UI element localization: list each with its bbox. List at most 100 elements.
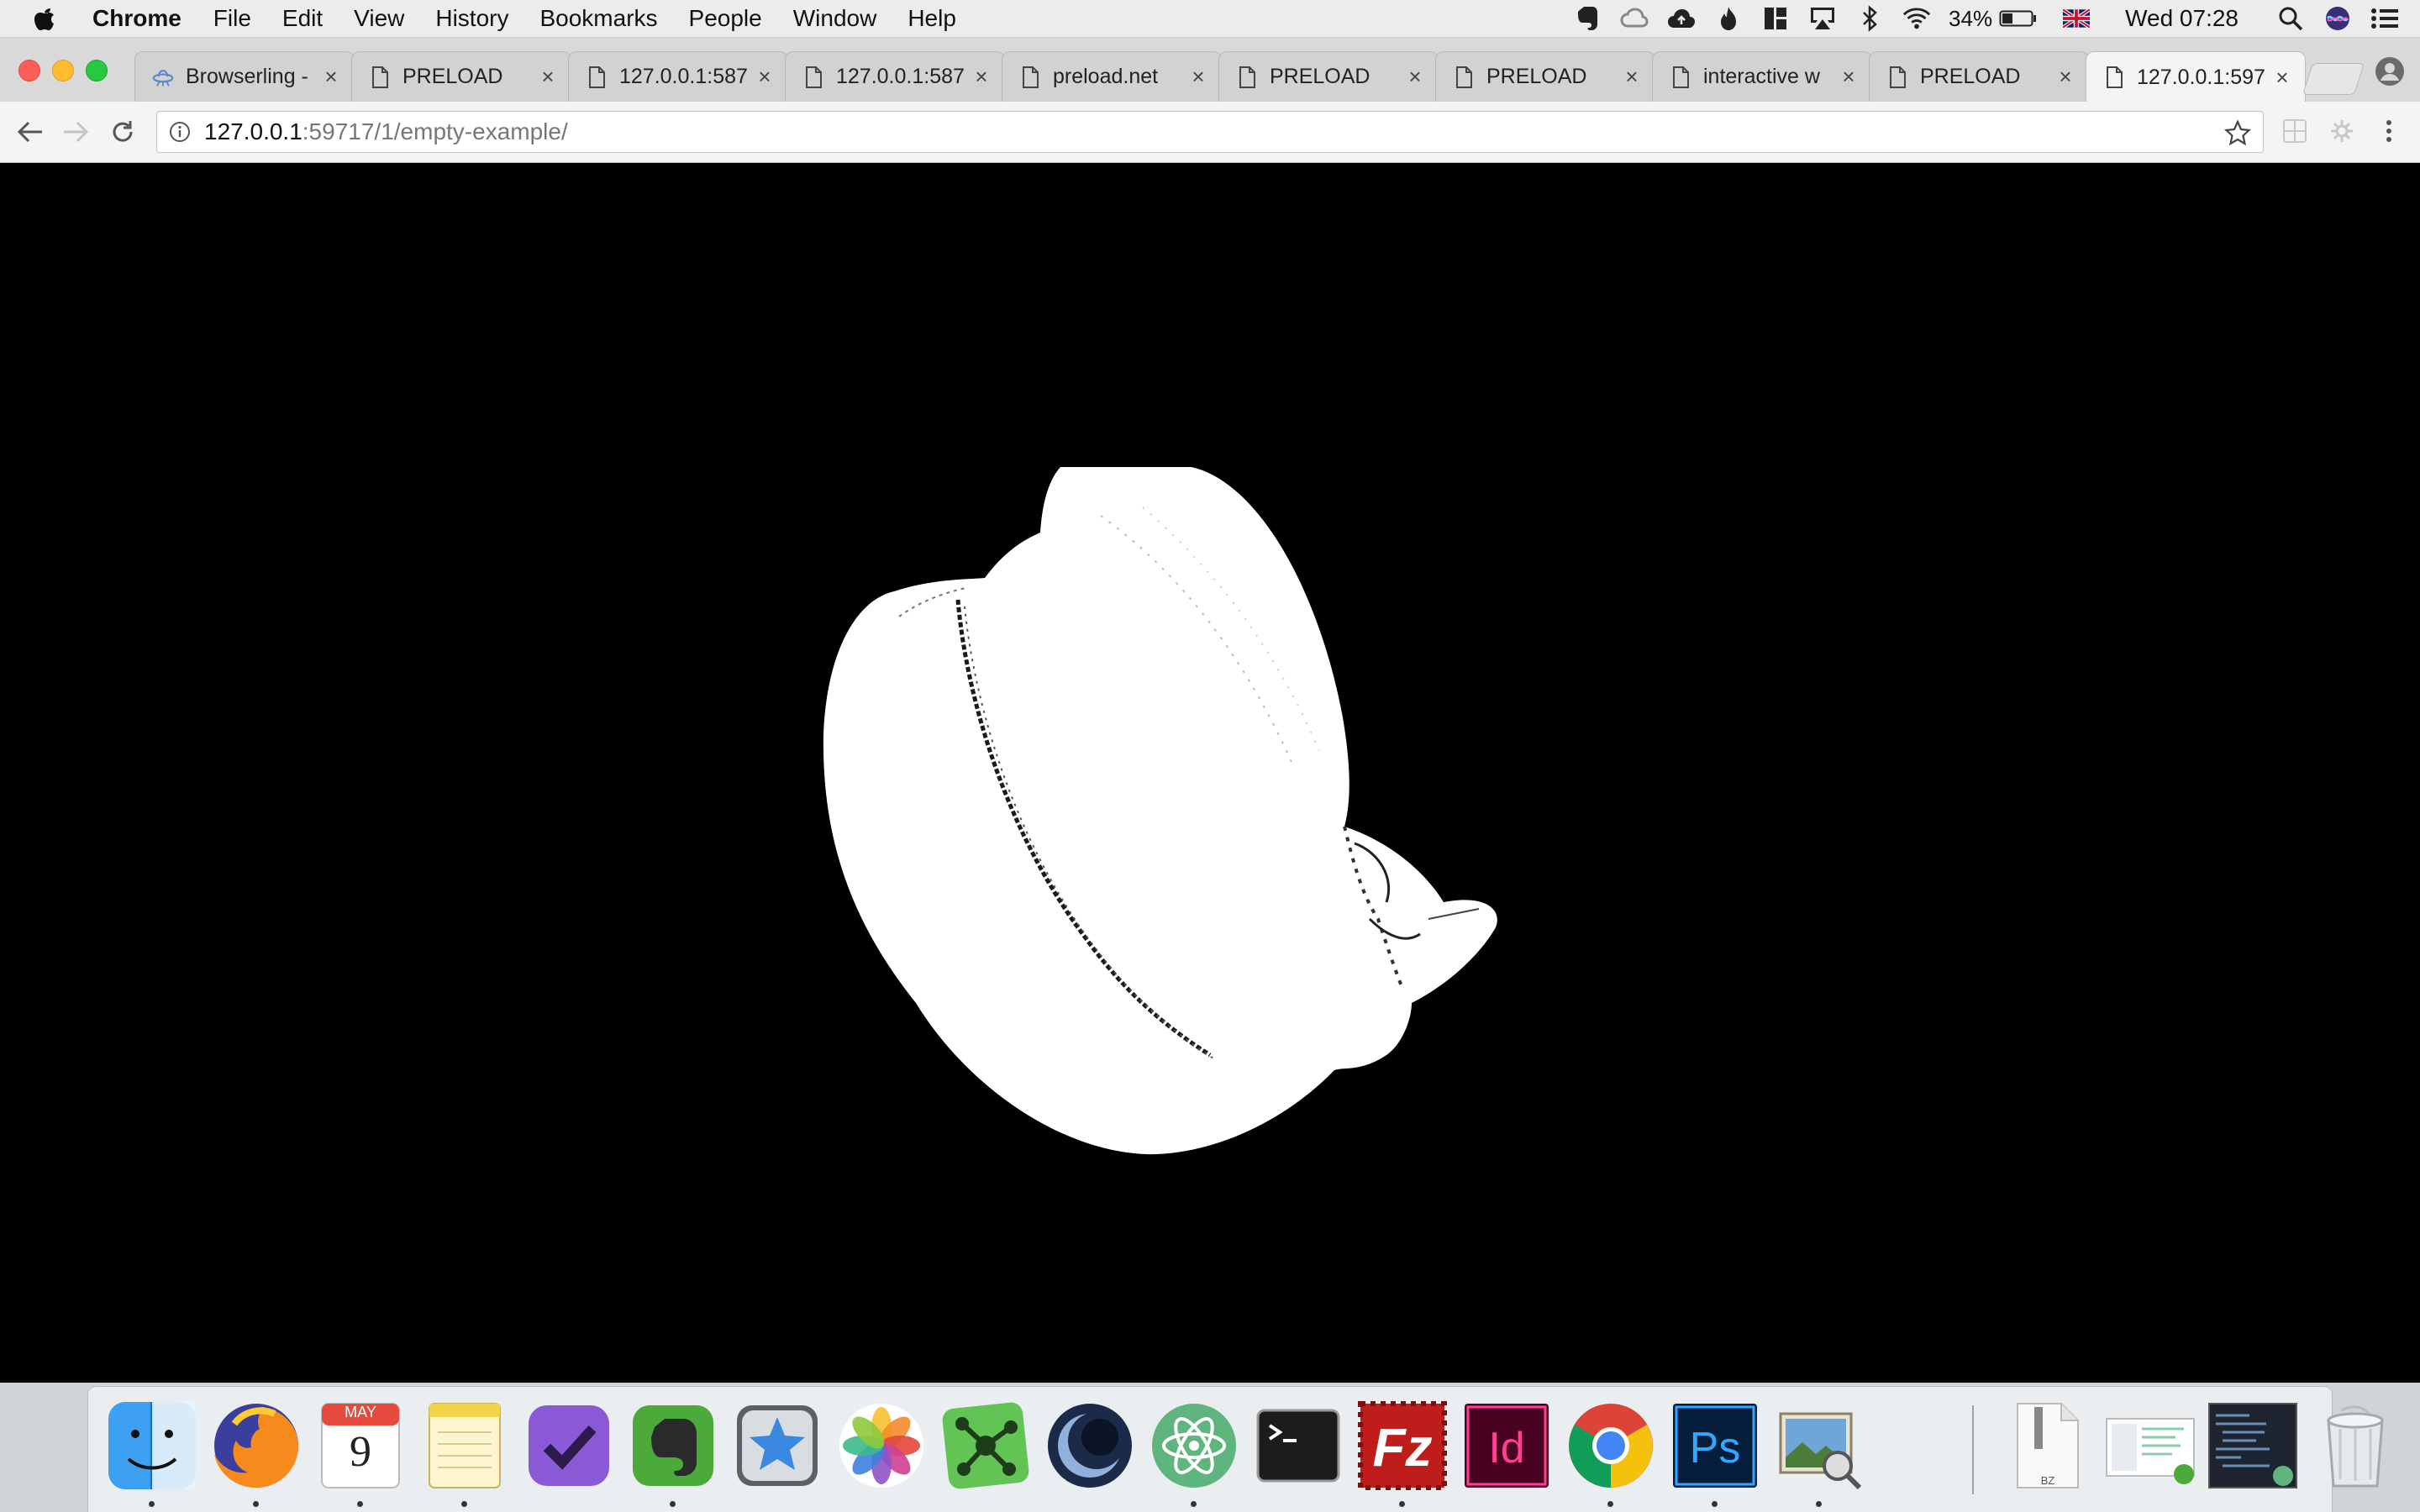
running-indicator bbox=[670, 1501, 676, 1507]
siri-icon[interactable] bbox=[2323, 3, 2353, 34]
svg-text:Ps: Ps bbox=[1690, 1424, 1741, 1473]
dock-firefox[interactable] bbox=[209, 1399, 303, 1493]
dock-script-editor[interactable] bbox=[730, 1399, 824, 1493]
close-tab-icon[interactable]: × bbox=[2271, 65, 2293, 90]
menu-window[interactable]: Window bbox=[793, 5, 877, 32]
tab-interactive[interactable]: interactive w × bbox=[1652, 51, 1872, 102]
dock-indesign[interactable]: Id bbox=[1460, 1399, 1554, 1493]
render-canvas[interactable] bbox=[0, 163, 2420, 1383]
creative-cloud-icon[interactable] bbox=[1619, 3, 1649, 34]
dock-terminal[interactable] bbox=[1251, 1399, 1345, 1493]
dock-notes[interactable] bbox=[418, 1399, 512, 1493]
back-button[interactable] bbox=[13, 115, 47, 149]
close-tab-icon[interactable]: × bbox=[1187, 64, 1209, 89]
running-indicator bbox=[1816, 1501, 1822, 1507]
forward-button[interactable] bbox=[59, 115, 92, 149]
uk-flag-icon[interactable] bbox=[2061, 3, 2091, 34]
menu-bookmarks[interactable]: Bookmarks bbox=[539, 5, 657, 32]
dock-evernote[interactable] bbox=[626, 1399, 720, 1493]
site-info-icon[interactable] bbox=[167, 119, 192, 144]
reload-button[interactable] bbox=[106, 115, 139, 149]
menu-app-name[interactable]: Chrome bbox=[92, 5, 182, 32]
dock-document-stack[interactable]: BZ bbox=[2001, 1399, 2095, 1493]
tab-title: preload.net bbox=[1053, 65, 1159, 88]
close-tab-icon[interactable]: × bbox=[1404, 64, 1426, 89]
tab-preload[interactable]: PRELOAD × bbox=[1869, 51, 2089, 102]
close-tab-icon[interactable]: × bbox=[1838, 64, 1860, 89]
dock-preview[interactable] bbox=[1772, 1399, 1866, 1493]
profile-icon[interactable] bbox=[2375, 56, 2405, 87]
menu-view[interactable]: View bbox=[354, 5, 404, 32]
dock-code-stack[interactable] bbox=[2206, 1399, 2300, 1493]
dock-photos[interactable] bbox=[834, 1399, 929, 1493]
airplay-icon[interactable] bbox=[1807, 3, 1838, 34]
extension-gear-icon[interactable] bbox=[2328, 117, 2356, 145]
dock-screenshot-stack[interactable] bbox=[2103, 1399, 2197, 1493]
chrome-menu-icon[interactable] bbox=[2375, 117, 2403, 145]
menu-edit[interactable]: Edit bbox=[282, 5, 323, 32]
dock-separator bbox=[1972, 1405, 1974, 1494]
window-minimize-button[interactable] bbox=[52, 60, 74, 81]
tab-preload[interactable]: PRELOAD × bbox=[351, 51, 571, 102]
tab-title: Browserling - bbox=[186, 65, 308, 88]
tab-localhost[interactable]: 127.0.0.1:587 × bbox=[785, 51, 1005, 102]
new-tab-button[interactable] bbox=[2302, 63, 2365, 95]
menu-people[interactable]: People bbox=[689, 5, 762, 32]
battery-percent[interactable]: 34% bbox=[1949, 6, 1992, 32]
dock-photoshop[interactable]: Ps bbox=[1668, 1399, 1762, 1493]
page-icon bbox=[369, 65, 391, 90]
wifi-icon[interactable] bbox=[1902, 3, 1932, 34]
close-tab-icon[interactable]: × bbox=[320, 64, 342, 89]
dock-finder[interactable] bbox=[105, 1399, 199, 1493]
dock-chrome[interactable] bbox=[1564, 1399, 1658, 1493]
cloud-upload-icon[interactable] bbox=[1666, 3, 1697, 34]
extension-grid-icon[interactable] bbox=[2281, 117, 2309, 145]
url-path: :59717/1/empty-example/ bbox=[302, 118, 568, 144]
notification-center-icon[interactable] bbox=[2370, 3, 2400, 34]
close-tab-icon[interactable]: × bbox=[754, 64, 776, 89]
window-zoom-button[interactable] bbox=[86, 60, 108, 81]
clock[interactable]: Wed 07:28 bbox=[2125, 5, 2238, 32]
tab-preload[interactable]: PRELOAD × bbox=[1218, 51, 1439, 102]
tab-title: 127.0.0.1:587 bbox=[619, 65, 748, 88]
close-tab-icon[interactable]: × bbox=[1621, 64, 1643, 89]
dock-mindnode[interactable] bbox=[939, 1399, 1033, 1493]
dock-cinema4d[interactable] bbox=[1043, 1399, 1137, 1493]
spotlight-search-icon[interactable] bbox=[2275, 3, 2306, 34]
tab-browserling[interactable]: Browserling - × bbox=[134, 51, 355, 102]
menu-bar: Chrome File Edit View History Bookmarks … bbox=[0, 0, 2420, 38]
close-tab-icon[interactable]: × bbox=[537, 64, 559, 89]
dock-omnifocus[interactable] bbox=[522, 1399, 616, 1493]
running-indicator bbox=[1399, 1501, 1405, 1507]
tab-preload-net[interactable]: preload.net × bbox=[1002, 51, 1222, 102]
layout-icon[interactable] bbox=[1760, 3, 1791, 34]
battery-icon[interactable] bbox=[1999, 3, 2038, 34]
menu-history[interactable]: History bbox=[435, 5, 508, 32]
window-close-button[interactable] bbox=[18, 60, 40, 81]
close-tab-icon[interactable]: × bbox=[971, 64, 992, 89]
running-indicator bbox=[1191, 1501, 1197, 1507]
running-indicator bbox=[253, 1501, 259, 1507]
dock-atom[interactable] bbox=[1147, 1399, 1241, 1493]
menu-help[interactable]: Help bbox=[908, 5, 956, 32]
evernote-icon[interactable] bbox=[1572, 3, 1602, 34]
dock-filezilla[interactable]: Fz bbox=[1355, 1399, 1449, 1493]
flame-icon[interactable] bbox=[1713, 3, 1744, 34]
running-indicator bbox=[1712, 1501, 1718, 1507]
tab-preload[interactable]: PRELOAD × bbox=[1435, 51, 1655, 102]
close-tab-icon[interactable]: × bbox=[2054, 64, 2076, 89]
address-bar[interactable]: 127.0.0.1:59717/1/empty-example/ bbox=[156, 111, 2264, 153]
page-icon bbox=[1236, 65, 1258, 90]
tab-title: PRELOAD bbox=[1270, 65, 1370, 88]
bookmark-star-icon[interactable] bbox=[2223, 119, 2252, 146]
tab-localhost[interactable]: 127.0.0.1:587 × bbox=[568, 51, 788, 102]
dock-trash[interactable] bbox=[2308, 1399, 2402, 1493]
ufo-icon bbox=[152, 65, 174, 90]
webgl-canvas-area[interactable] bbox=[0, 163, 2420, 1383]
menu-file[interactable]: File bbox=[213, 5, 251, 32]
apple-menu-icon[interactable] bbox=[30, 4, 59, 33]
bluetooth-icon[interactable] bbox=[1854, 3, 1885, 34]
tab-active-localhost[interactable]: 127.0.0.1:597 × bbox=[2086, 51, 2306, 102]
dock-calendar[interactable]: MAY 9 bbox=[313, 1399, 408, 1493]
dock: MAY 9 Fz Id Ps BZ bbox=[87, 1386, 2384, 1512]
